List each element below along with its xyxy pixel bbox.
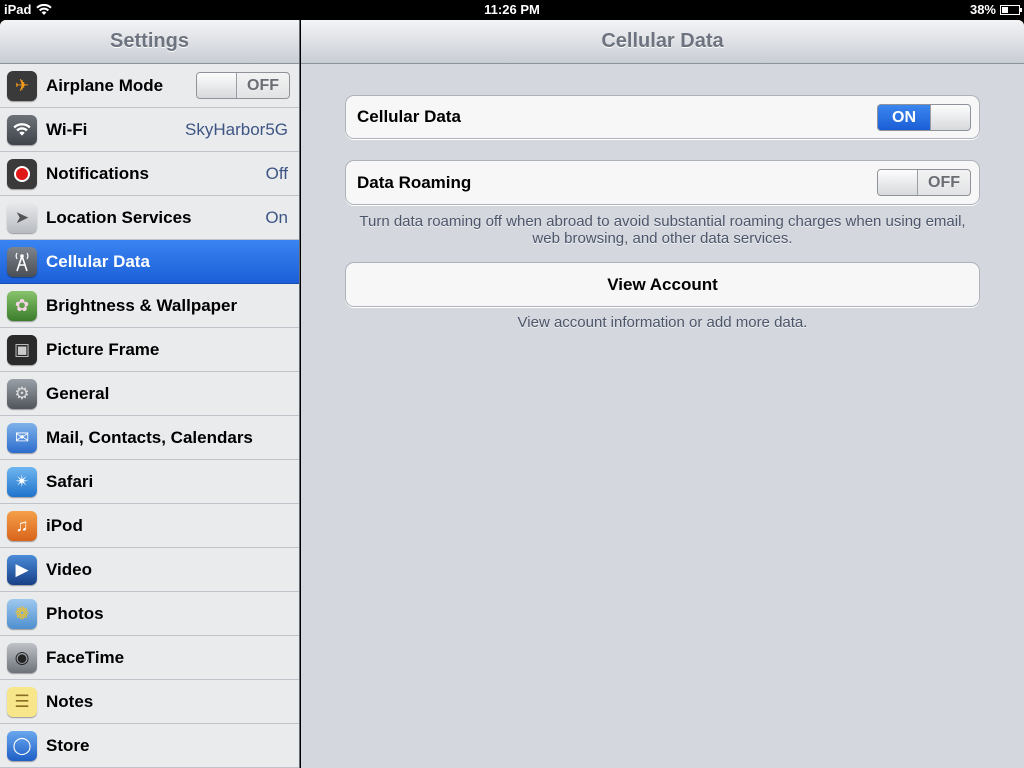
cellular-data-label: Cellular Data (357, 107, 461, 126)
wifi-icon (7, 114, 37, 145)
sidebar-title: Settings (110, 30, 189, 52)
sidebar-item-notifications[interactable]: Notifications Off (0, 152, 299, 196)
sidebar-item-photos[interactable]: ❁ Photos (0, 592, 299, 636)
location-services-value: On (265, 207, 288, 227)
sidebar-item-label: Store (46, 735, 90, 755)
view-account-button[interactable]: View Account (345, 262, 980, 307)
notepad-icon: ☰ (7, 686, 37, 717)
sidebar-item-label: FaceTime (46, 647, 125, 667)
sidebar-item-wifi[interactable]: Wi-Fi SkyHarbor5G (0, 108, 299, 152)
airplane-mode-switch[interactable]: OFF (196, 72, 290, 99)
sidebar-item-picture-frame[interactable]: ▣ Picture Frame (0, 328, 299, 372)
cellular-data-row: Cellular Data ON (345, 95, 980, 139)
sidebar-item-mail-contacts-calendars[interactable]: ✉ Mail, Contacts, Calendars (0, 416, 299, 460)
cellular-data-panel: Cellular Data Cellular Data ON Data Roam… (301, 20, 1024, 768)
switch-knob (197, 73, 237, 98)
sidebar-item-label: Video (46, 559, 92, 579)
sidebar-item-store[interactable]: ◯ Store (0, 724, 299, 768)
location-icon: ➤ (7, 202, 37, 233)
sidebar-item-label: Photos (46, 603, 104, 623)
notifications-value: Off (265, 163, 288, 183)
data-roaming-row: Data Roaming OFF (345, 160, 980, 205)
switch-state: OFF (928, 174, 960, 191)
camera-icon: ◉ (7, 642, 37, 673)
sidebar-item-brightness-wallpaper[interactable]: ✿ Brightness & Wallpaper (0, 284, 299, 328)
sidebar-item-label: Notes (46, 691, 94, 711)
status-bar: iPad 11:26 PM 38% (0, 0, 1024, 20)
notifications-icon (7, 158, 37, 189)
picture-frame-icon: ▣ (7, 334, 37, 365)
airplane-icon: ✈ (7, 70, 37, 101)
compass-icon: ✴ (7, 466, 37, 497)
switch-state: ON (892, 108, 916, 126)
sidebar-item-label: Location Services (46, 207, 192, 227)
wifi-network-value: SkyHarbor5G (185, 119, 288, 139)
mail-icon: ✉ (7, 422, 37, 453)
app-store-icon: ◯ (7, 730, 37, 761)
clapperboard-icon: ▶ (7, 554, 37, 585)
sidebar-item-location-services[interactable]: ➤ Location Services On (0, 196, 299, 240)
sidebar-item-facetime[interactable]: ◉ FaceTime (0, 636, 299, 680)
flower-icon: ✿ (7, 290, 37, 321)
sidebar-item-label: Brightness & Wallpaper (46, 295, 238, 315)
sidebar-item-label: Picture Frame (46, 339, 160, 359)
sidebar-item-label: iPod (46, 515, 83, 535)
sidebar-item-safari[interactable]: ✴ Safari (0, 460, 299, 504)
sidebar-item-label: Wi-Fi (46, 119, 88, 139)
sidebar-item-label: Mail, Contacts, Calendars (46, 427, 253, 447)
sidebar-item-notes[interactable]: ☰ Notes (0, 680, 299, 724)
sidebar-item-cellular-data[interactable]: Cellular Data (0, 240, 299, 284)
ipod-icon: ♫ (7, 510, 37, 541)
switch-knob (930, 104, 970, 130)
sidebar-item-general[interactable]: ⚙ General (0, 372, 299, 416)
data-roaming-label: Data Roaming (357, 172, 472, 192)
main-header: Cellular Data (301, 20, 1024, 64)
sidebar-header: Settings (0, 20, 299, 64)
sidebar-item-video[interactable]: ▶ Video (0, 548, 299, 592)
sidebar-item-label: Cellular Data (46, 251, 150, 271)
page-title: Cellular Data (601, 30, 724, 52)
settings-sidebar: Settings ✈ Airplane Mode OFF Wi-Fi SkyHa… (0, 20, 300, 768)
account-footer-note: View account information or add more dat… (517, 314, 808, 331)
sidebar-item-ipod[interactable]: ♫ iPod (0, 504, 299, 548)
switch-state: OFF (247, 77, 279, 94)
battery-icon (1000, 4, 1022, 15)
sidebar-item-label: Notifications (46, 163, 149, 183)
switch-knob (878, 170, 918, 195)
cellular-data-switch[interactable]: ON (877, 103, 971, 131)
roaming-footer-note: Turn data roaming off when abroad to avo… (359, 213, 966, 247)
sidebar-item-label: General (46, 383, 110, 403)
data-roaming-switch[interactable]: OFF (877, 169, 971, 196)
cellular-antenna-icon (7, 246, 37, 277)
sunflower-icon: ❁ (7, 598, 37, 629)
view-account-label: View Account (607, 274, 718, 294)
gear-icon: ⚙ (7, 378, 37, 409)
battery-percent: 38% (969, 2, 996, 17)
sidebar-item-label: Safari (46, 471, 94, 491)
clock: 11:26 PM (484, 2, 540, 17)
sidebar-item-airplane-mode[interactable]: ✈ Airplane Mode OFF (0, 64, 299, 108)
